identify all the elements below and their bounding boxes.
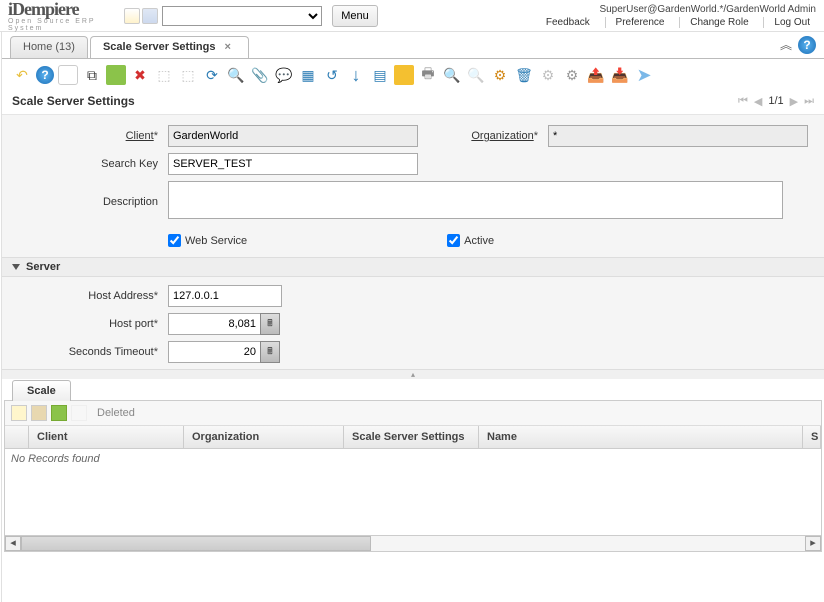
detail-tab-scale[interactable]: Scale bbox=[12, 380, 71, 401]
archive-icon[interactable] bbox=[394, 65, 414, 85]
grid-header: Client Organization Scale Server Setting… bbox=[5, 426, 821, 449]
zoom-icon[interactable]: 🔍 bbox=[442, 65, 462, 85]
dim4-icon: ⚙ bbox=[538, 65, 558, 85]
label-search-key: Search Key bbox=[18, 158, 158, 170]
label-host-address: Host Address bbox=[18, 290, 158, 302]
menu-button[interactable]: Menu bbox=[332, 5, 378, 27]
calculator-icon[interactable]: 🖩 bbox=[260, 313, 280, 335]
new-window-icon[interactable] bbox=[124, 8, 140, 24]
organization-field[interactable] bbox=[548, 125, 808, 147]
pager-next-icon: ▶ bbox=[790, 95, 798, 108]
detail-edit-icon[interactable] bbox=[31, 405, 47, 421]
label-client: Client bbox=[18, 130, 158, 142]
logo-text: iDempiere bbox=[8, 0, 79, 19]
pager-last-icon: ⏭ bbox=[804, 95, 814, 108]
dim3-icon: 🔍 bbox=[466, 65, 486, 85]
pager-first-icon: ⏮ bbox=[738, 95, 748, 108]
dim2-icon: ⬚ bbox=[178, 65, 198, 85]
link-preference[interactable]: Preference bbox=[605, 17, 665, 28]
collapse-icon[interactable]: ︽ bbox=[780, 36, 792, 54]
client-field[interactable] bbox=[168, 125, 418, 147]
logo-subtext: Open Source ERP System bbox=[8, 18, 118, 32]
page-title: Scale Server Settings bbox=[12, 94, 135, 108]
parent-icon[interactable]: ↓ bbox=[346, 65, 366, 85]
new-icon[interactable] bbox=[58, 65, 78, 85]
chat-icon[interactable]: 💬 bbox=[274, 65, 294, 85]
checkbox-active[interactable]: Active bbox=[447, 234, 494, 247]
refresh-icon[interactable]: ⟳ bbox=[202, 65, 222, 85]
label-description: Description bbox=[18, 196, 158, 208]
seconds-timeout-field[interactable] bbox=[168, 341, 260, 363]
server-section-header[interactable]: Server bbox=[2, 257, 824, 277]
detail-deleted-label: Deleted bbox=[97, 407, 135, 419]
label-host-port: Host port bbox=[18, 318, 158, 330]
search-icon[interactable]: 🔍 bbox=[226, 65, 246, 85]
delete-icon[interactable]: ✖ bbox=[130, 65, 150, 85]
report-icon[interactable]: ▤ bbox=[370, 65, 390, 85]
next-icon[interactable]: ➤ bbox=[634, 65, 654, 85]
link-feedback[interactable]: Feedback bbox=[546, 17, 590, 28]
user-context: SuperUser@GardenWorld.*/GardenWorld Admi… bbox=[540, 4, 816, 15]
link-change-role[interactable]: Change Role bbox=[679, 17, 748, 28]
grid-icon[interactable]: ▦ bbox=[298, 65, 318, 85]
detail-save-icon[interactable] bbox=[51, 405, 67, 421]
col-s[interactable]: S bbox=[803, 426, 821, 448]
gear-icon[interactable]: ⚙ bbox=[562, 65, 582, 85]
requery-icon[interactable]: 🗑 bbox=[514, 65, 534, 85]
detail-delete-icon bbox=[71, 405, 87, 421]
export-icon[interactable]: 📤 bbox=[586, 65, 606, 85]
label-organization: Organization bbox=[428, 130, 538, 142]
col-organization[interactable]: Organization bbox=[184, 426, 344, 448]
horizontal-scrollbar[interactable]: ◂ ▸ bbox=[5, 535, 821, 551]
import-icon[interactable]: 📥 bbox=[610, 65, 630, 85]
scroll-left-icon[interactable]: ◂ bbox=[5, 536, 21, 551]
scroll-thumb[interactable] bbox=[21, 536, 371, 551]
close-icon[interactable]: × bbox=[225, 41, 236, 52]
col-scale-server[interactable]: Scale Server Settings bbox=[344, 426, 479, 448]
link-logout[interactable]: Log Out bbox=[763, 17, 810, 28]
history-icon[interactable]: ↺ bbox=[322, 65, 342, 85]
tab-scale-server[interactable]: Scale Server Settings × bbox=[90, 36, 249, 58]
open-window-icon[interactable] bbox=[142, 8, 158, 24]
pager-prev-icon: ◀ bbox=[754, 95, 762, 108]
workflow-icon[interactable]: ⚙ bbox=[490, 65, 510, 85]
help-icon[interactable]: ? bbox=[798, 36, 816, 54]
scroll-right-icon[interactable]: ▸ bbox=[805, 536, 821, 551]
host-port-field[interactable] bbox=[168, 313, 260, 335]
tab-home[interactable]: Home (13) bbox=[10, 36, 88, 58]
no-records-message: No Records found bbox=[5, 449, 821, 469]
detail-new-icon[interactable] bbox=[11, 405, 27, 421]
splitter-handle[interactable]: ▴ bbox=[2, 369, 824, 379]
host-address-field[interactable] bbox=[168, 285, 282, 307]
col-name[interactable]: Name bbox=[479, 426, 803, 448]
calculator-icon[interactable]: 🖩 bbox=[260, 341, 280, 363]
toolbar: ↶ ? ⧉ ✖ ⬚ ⬚ ⟳ 🔍 📎 💬 ▦ ↺ ↓ ▤ 🖶 🔍 🔍 ⚙ 🗑 ⚙ … bbox=[2, 59, 824, 91]
copy-icon[interactable]: ⧉ bbox=[82, 65, 102, 85]
save-icon[interactable] bbox=[106, 65, 126, 85]
col-client[interactable]: Client bbox=[29, 426, 184, 448]
search-key-field[interactable] bbox=[168, 153, 418, 175]
dim1-icon: ⬚ bbox=[154, 65, 174, 85]
attach-icon[interactable]: 📎 bbox=[250, 65, 270, 85]
quick-select[interactable] bbox=[162, 6, 322, 26]
undo-icon[interactable]: ↶ bbox=[12, 65, 32, 85]
toolbar-help-icon[interactable]: ? bbox=[36, 66, 54, 84]
record-pager: ⏮ ◀ 1/1 ▶ ⏭ bbox=[738, 95, 814, 108]
collapse-triangle-icon bbox=[12, 264, 20, 270]
description-field[interactable] bbox=[168, 181, 783, 219]
checkbox-webservice[interactable]: Web Service bbox=[168, 234, 247, 247]
label-seconds-timeout: Seconds Timeout bbox=[18, 346, 158, 358]
print-icon[interactable]: 🖶 bbox=[418, 65, 438, 85]
